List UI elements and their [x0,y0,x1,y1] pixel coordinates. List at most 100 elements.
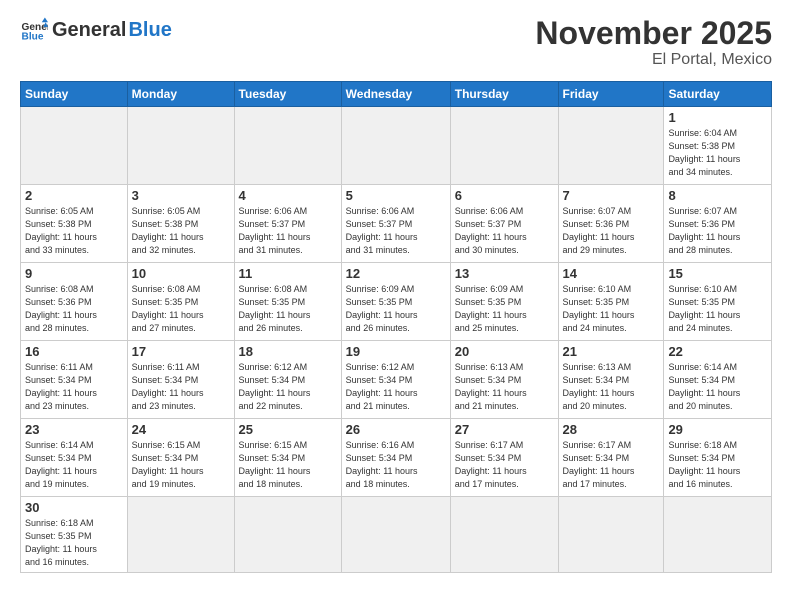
calendar-cell: 2Sunrise: 6:05 AM Sunset: 5:38 PM Daylig… [21,185,128,263]
day-number: 27 [455,422,554,437]
calendar-cell: 1 Sunrise: 6:04 AM Sunset: 5:38 PM Daylig… [664,107,772,185]
calendar-cell: 27 Sunrise: 6:17 AM Sunset: 5:34 PM Dayli… [450,419,558,497]
month-title: November 2025 [535,16,772,51]
logo-general: General [52,19,126,42]
day-info: Sunrise: 6:12 AM Sunset: 5:34 PM Dayligh… [346,361,446,413]
weekday-header-row: Sunday Monday Tuesday Wednesday Thursday… [21,82,772,107]
calendar-cell: 16Sunrise: 6:11 AM Sunset: 5:34 PM Dayli… [21,341,128,419]
calendar-cell: 6Sunrise: 6:06 AM Sunset: 5:37 PM Daylig… [450,185,558,263]
calendar-cell [450,497,558,573]
day-number: 1 [668,110,767,125]
day-number: 9 [25,266,123,281]
calendar-cell: 3 Sunrise: 6:05 AM Sunset: 5:38 PM Daylig… [127,185,234,263]
day-number: 23 [25,422,123,437]
day-number: 8 [668,188,767,203]
day-number: 16 [25,344,123,359]
logo: General Blue General Blue [20,16,172,44]
calendar-cell [558,497,664,573]
day-number: 21 [563,344,660,359]
day-info: Sunrise: 6:15 AM Sunset: 5:34 PM Dayligh… [132,439,230,491]
day-number: 26 [346,422,446,437]
day-number: 18 [239,344,337,359]
day-info: Sunrise: 6:10 AM Sunset: 5:35 PM Dayligh… [563,283,660,335]
day-info: Sunrise: 6:09 AM Sunset: 5:35 PM Dayligh… [455,283,554,335]
day-info: Sunrise: 6:12 AM Sunset: 5:34 PM Dayligh… [239,361,337,413]
calendar-cell: 23Sunrise: 6:14 AM Sunset: 5:34 PM Dayli… [21,419,128,497]
day-number: 29 [668,422,767,437]
calendar-cell: 26 Sunrise: 6:16 AM Sunset: 5:34 PM Dayli… [341,419,450,497]
day-info: Sunrise: 6:04 AM Sunset: 5:38 PM Dayligh… [668,127,767,179]
day-number: 5 [346,188,446,203]
day-number: 12 [346,266,446,281]
day-info: Sunrise: 6:10 AM Sunset: 5:35 PM Dayligh… [668,283,767,335]
day-number: 2 [25,188,123,203]
day-info: Sunrise: 6:05 AM Sunset: 5:38 PM Dayligh… [132,205,230,257]
day-info: Sunrise: 6:08 AM Sunset: 5:35 PM Dayligh… [239,283,337,335]
day-number: 6 [455,188,554,203]
calendar-cell [127,497,234,573]
calendar-cell: 12 Sunrise: 6:09 AM Sunset: 5:35 PM Dayli… [341,263,450,341]
day-info: Sunrise: 6:17 AM Sunset: 5:34 PM Dayligh… [563,439,660,491]
day-number: 17 [132,344,230,359]
day-info: Sunrise: 6:16 AM Sunset: 5:34 PM Dayligh… [346,439,446,491]
calendar-cell: 30 Sunrise: 6:18 AM Sunset: 5:35 PM Dayli… [21,497,128,573]
day-info: Sunrise: 6:18 AM Sunset: 5:34 PM Dayligh… [668,439,767,491]
header-tuesday: Tuesday [234,82,341,107]
calendar-cell: 13 Sunrise: 6:09 AM Sunset: 5:35 PM Dayli… [450,263,558,341]
day-number: 22 [668,344,767,359]
day-number: 24 [132,422,230,437]
title-block: November 2025 El Portal, Mexico [535,16,772,69]
calendar-cell: 20 Sunrise: 6:13 AM Sunset: 5:34 PM Dayli… [450,341,558,419]
calendar-cell: 5 Sunrise: 6:06 AM Sunset: 5:37 PM Daylig… [341,185,450,263]
calendar-cell: 14 Sunrise: 6:10 AM Sunset: 5:35 PM Dayli… [558,263,664,341]
calendar-cell [127,107,234,185]
header: General Blue General Blue November 2025 … [20,16,772,69]
day-info: Sunrise: 6:08 AM Sunset: 5:35 PM Dayligh… [132,283,230,335]
calendar-cell [21,107,128,185]
calendar-cell: 29 Sunrise: 6:18 AM Sunset: 5:34 PM Dayli… [664,419,772,497]
calendar-cell: 7 Sunrise: 6:07 AM Sunset: 5:36 PM Daylig… [558,185,664,263]
calendar-cell: 8 Sunrise: 6:07 AM Sunset: 5:36 PM Daylig… [664,185,772,263]
logo-blue: Blue [128,19,171,42]
day-number: 7 [563,188,660,203]
day-info: Sunrise: 6:07 AM Sunset: 5:36 PM Dayligh… [563,205,660,257]
day-number: 30 [25,500,123,515]
calendar-cell [234,107,341,185]
calendar-cell: 10Sunrise: 6:08 AM Sunset: 5:35 PM Dayli… [127,263,234,341]
logo-icon: General Blue [20,16,48,44]
calendar-page: General Blue General Blue November 2025 … [0,0,792,612]
day-info: Sunrise: 6:14 AM Sunset: 5:34 PM Dayligh… [668,361,767,413]
day-info: Sunrise: 6:09 AM Sunset: 5:35 PM Dayligh… [346,283,446,335]
day-info: Sunrise: 6:15 AM Sunset: 5:34 PM Dayligh… [239,439,337,491]
calendar-cell: 24 Sunrise: 6:15 AM Sunset: 5:34 PM Dayli… [127,419,234,497]
day-info: Sunrise: 6:18 AM Sunset: 5:35 PM Dayligh… [25,517,123,569]
day-number: 3 [132,188,230,203]
calendar-cell: 9Sunrise: 6:08 AM Sunset: 5:36 PM Daylig… [21,263,128,341]
calendar-cell [664,497,772,573]
calendar-cell: 28 Sunrise: 6:17 AM Sunset: 5:34 PM Dayli… [558,419,664,497]
day-number: 19 [346,344,446,359]
calendar-cell: 18 Sunrise: 6:12 AM Sunset: 5:34 PM Dayli… [234,341,341,419]
calendar-cell [234,497,341,573]
day-number: 14 [563,266,660,281]
calendar-cell: 15Sunrise: 6:10 AM Sunset: 5:35 PM Dayli… [664,263,772,341]
day-info: Sunrise: 6:06 AM Sunset: 5:37 PM Dayligh… [346,205,446,257]
day-info: Sunrise: 6:13 AM Sunset: 5:34 PM Dayligh… [455,361,554,413]
header-thursday: Thursday [450,82,558,107]
calendar-cell: 4Sunrise: 6:06 AM Sunset: 5:37 PM Daylig… [234,185,341,263]
day-number: 28 [563,422,660,437]
calendar-cell [558,107,664,185]
day-number: 4 [239,188,337,203]
location-title: El Portal, Mexico [535,51,772,69]
calendar-table: Sunday Monday Tuesday Wednesday Thursday… [20,81,772,573]
day-number: 20 [455,344,554,359]
day-number: 13 [455,266,554,281]
day-info: Sunrise: 6:07 AM Sunset: 5:36 PM Dayligh… [668,205,767,257]
calendar-cell: 22 Sunrise: 6:14 AM Sunset: 5:34 PM Dayli… [664,341,772,419]
day-info: Sunrise: 6:13 AM Sunset: 5:34 PM Dayligh… [563,361,660,413]
header-wednesday: Wednesday [341,82,450,107]
calendar-cell: 17Sunrise: 6:11 AM Sunset: 5:34 PM Dayli… [127,341,234,419]
calendar-cell: 25Sunrise: 6:15 AM Sunset: 5:34 PM Dayli… [234,419,341,497]
day-info: Sunrise: 6:17 AM Sunset: 5:34 PM Dayligh… [455,439,554,491]
svg-text:Blue: Blue [22,31,44,42]
